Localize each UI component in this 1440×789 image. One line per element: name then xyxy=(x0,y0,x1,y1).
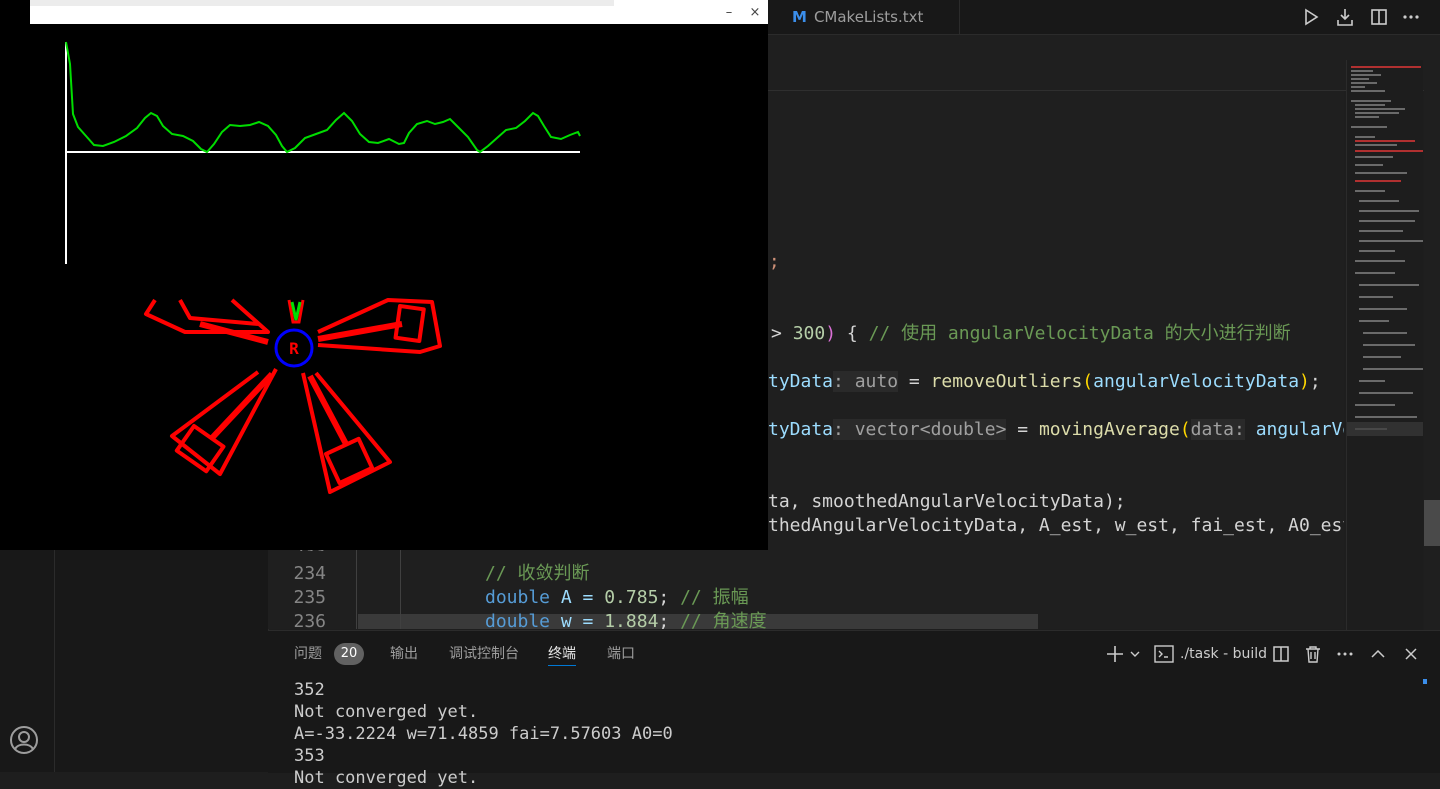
maximize-panel-icon[interactable] xyxy=(1367,641,1389,667)
code-line: // 收敛判断 xyxy=(485,563,590,584)
minimap[interactable] xyxy=(1346,60,1425,630)
minimize-button[interactable]: – xyxy=(718,0,740,24)
indent-guide xyxy=(400,541,401,629)
split-editor-icon[interactable] xyxy=(1366,4,1392,30)
viewer-titlebar[interactable]: – × xyxy=(0,0,768,24)
terminal-icon xyxy=(1154,645,1174,663)
terminal-output[interactable]: 352 Not converged yet. A=-33.2224 w=71.485… xyxy=(294,679,673,789)
cmake-file-icon: M xyxy=(792,8,807,26)
trash-icon[interactable] xyxy=(1302,641,1324,667)
terminal-line: 353 xyxy=(294,746,325,766)
scrollbar-thumb[interactable] xyxy=(1424,500,1440,546)
titlebar-strip xyxy=(30,0,614,6)
titlebar-edge xyxy=(0,0,30,24)
code-line: tyData: vector<double> = movingAverage(d… xyxy=(768,419,1344,440)
terminal-name: ./task - build xyxy=(1180,646,1268,662)
indent-guide xyxy=(356,541,357,629)
blade-arms xyxy=(199,321,403,446)
code-line: tyData: auto = removeOutliers(angularVel… xyxy=(768,371,1321,392)
tab-terminal[interactable]: 终端 xyxy=(548,643,576,666)
more-icon[interactable] xyxy=(1334,641,1356,667)
tab-problems[interactable]: 问题 xyxy=(294,643,322,665)
image-viewer-window[interactable]: – × R xyxy=(0,0,768,550)
code-line: thedAngularVelocityData, A_est, w_est, f… xyxy=(768,515,1344,536)
line-number: 234 xyxy=(293,563,326,584)
more-icon[interactable] xyxy=(1398,4,1424,30)
new-terminal-icon[interactable] xyxy=(1104,641,1126,667)
tab-cmakelists[interactable]: M CMakeLists.txt xyxy=(778,0,960,34)
code-line: ta, smoothedAngularVelocityData); xyxy=(768,491,1126,512)
terminal-line: Not converged yet. xyxy=(294,768,479,788)
terminal-line: A=-33.2224 w=71.4859 fai=7.57603 A0=0 xyxy=(294,724,673,744)
close-button[interactable]: × xyxy=(744,0,766,24)
terminal-line: 352 xyxy=(294,680,325,700)
bottom-panel: 问题 20 输出 调试控制台 终端 端口 ./task - build 352 N… xyxy=(268,630,1440,788)
close-panel-icon[interactable] xyxy=(1400,641,1422,667)
terminal-line: Not converged yet. xyxy=(294,702,479,722)
r-center-label: R xyxy=(289,339,299,358)
chevron-down-icon[interactable] xyxy=(1128,641,1142,667)
run-icon[interactable] xyxy=(1298,4,1324,30)
angular-velocity-curve xyxy=(65,41,581,154)
terminal-selector[interactable]: ./task - build xyxy=(1154,641,1267,667)
tab-output[interactable]: 输出 xyxy=(390,643,418,665)
line-number: 235 xyxy=(293,587,326,608)
code-line: double A = 0.785; // 振幅 xyxy=(485,587,749,608)
account-icon[interactable] xyxy=(8,724,40,756)
code-line: > 300) { // 使用 angularVelocityData 的大小进行… xyxy=(771,323,1291,344)
tab-debug-console[interactable]: 调试控制台 xyxy=(449,643,519,665)
terminal-scroll-marker xyxy=(1423,679,1427,684)
problems-count-badge: 20 xyxy=(334,643,364,665)
editor-scrollbar[interactable] xyxy=(1424,60,1440,630)
split-terminal-icon[interactable] xyxy=(1270,641,1292,667)
viewer-canvas: R xyxy=(65,41,581,494)
line-number: 236 xyxy=(293,611,326,629)
tab-ports[interactable]: 端口 xyxy=(607,643,635,665)
download-icon[interactable] xyxy=(1332,4,1358,30)
tab-label: CMakeLists.txt xyxy=(813,8,924,26)
code-line: double w = 1.884; // 角速度 xyxy=(485,611,767,629)
